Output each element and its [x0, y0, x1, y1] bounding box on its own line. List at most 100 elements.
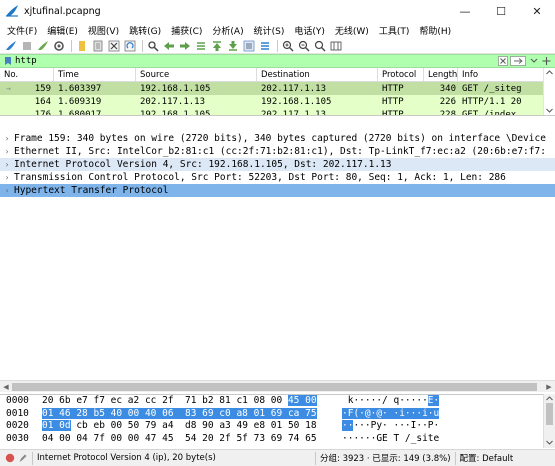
- clear-filter-icon[interactable]: [497, 56, 508, 67]
- capture-comment-icon[interactable]: [18, 453, 28, 463]
- menu-wireless[interactable]: 无线(W): [330, 24, 374, 37]
- save-file-icon[interactable]: [91, 39, 104, 52]
- menu-statistics[interactable]: 统计(S): [249, 24, 290, 37]
- menu-tools[interactable]: 工具(T): [374, 24, 415, 37]
- menu-help[interactable]: 帮助(H): [414, 24, 456, 37]
- restart-capture-icon[interactable]: [36, 39, 49, 52]
- bookmark-icon[interactable]: [3, 56, 13, 66]
- packet-length: 340: [424, 84, 458, 94]
- menu-telephony[interactable]: 电话(Y): [289, 24, 330, 37]
- close-file-icon[interactable]: [107, 39, 120, 52]
- autoscroll-icon[interactable]: [242, 39, 255, 52]
- packet-row[interactable]: 164 1.609319 202.117.1.13 192.168.1.105 HTTP…: [0, 95, 555, 108]
- start-capture-icon[interactable]: [4, 39, 17, 52]
- close-button[interactable]: ✕: [519, 0, 555, 22]
- ascii-dump[interactable]: ·F(·@·@· ·i···i·u: [342, 407, 440, 421]
- detail-tree-row[interactable]: › Hypertext Transfer Protocol: [0, 184, 555, 197]
- hex-dump[interactable]: 01 0d cb eb 00 50 79 a4 d8 90 a3 49 e8 0…: [42, 420, 317, 433]
- resize-columns-icon[interactable]: [329, 39, 342, 52]
- zoom-in-icon[interactable]: [281, 39, 294, 52]
- scroll-thumb[interactable]: [12, 383, 537, 391]
- ascii-dump[interactable]: k·····/ q·····E·: [342, 395, 440, 408]
- go-to-packet-icon[interactable]: [194, 39, 207, 52]
- zoom-out-icon[interactable]: [297, 39, 310, 52]
- reload-file-icon[interactable]: [123, 39, 136, 52]
- column-source[interactable]: Source: [136, 68, 257, 82]
- packet-destination-text: 202.117.1.13: [261, 83, 327, 94]
- stop-capture-icon[interactable]: [20, 39, 33, 52]
- ascii-dump[interactable]: ·····Py· ···I··P·: [342, 420, 439, 433]
- ascii-dump[interactable]: ······GE T /_site: [342, 433, 439, 446]
- go-back-icon[interactable]: [162, 39, 175, 52]
- pane-splitter[interactable]: [0, 116, 555, 132]
- detail-tree-label: Internet Protocol Version 4, Src: 192.16…: [14, 159, 392, 170]
- detail-tree-row[interactable]: › Internet Protocol Version 4, Src: 192.1…: [0, 158, 555, 171]
- menu-view[interactable]: 视图(V): [83, 24, 124, 37]
- minimize-button[interactable]: —: [447, 0, 483, 22]
- column-length[interactable]: Length: [424, 68, 458, 82]
- packet-time-text: 1.603397: [58, 83, 102, 94]
- menu-edit[interactable]: 编辑(E): [42, 24, 83, 37]
- packet-protocol: HTTP: [378, 97, 424, 107]
- scroll-right-icon[interactable]: ▶: [543, 381, 555, 393]
- packet-row[interactable]: 176 1.680017 192.168.1.105 202.117.1.13 HTTP…: [0, 108, 555, 115]
- hex-dump[interactable]: 01 46 28 b5 40 00 40 06 83 69 c0 a8 01 6…: [42, 407, 317, 421]
- scroll-left-icon[interactable]: ◀: [0, 381, 12, 393]
- packet-details: › Frame 159: 340 bytes on wire (2720 bits…: [0, 132, 555, 380]
- detail-tree-label: Frame 159: 340 bytes on wire (2720 bits)…: [14, 133, 546, 144]
- detail-tree-row[interactable]: › Ethernet II, Src: IntelCor_b2:81:c1 (cc…: [0, 145, 555, 158]
- zoom-normal-icon[interactable]: [313, 39, 326, 52]
- bytes-row: 0010 01 46 28 b5 40 00 40 06 83 69 c0 a8 …: [0, 407, 555, 421]
- bytes-scrollbar[interactable]: [543, 394, 555, 448]
- expert-info-icon[interactable]: [5, 453, 15, 463]
- column-protocol[interactable]: Protocol: [378, 68, 424, 82]
- detail-tree-row[interactable]: › Frame 159: 340 bytes on wire (2720 bits…: [0, 132, 555, 145]
- menu-file[interactable]: 文件(F): [2, 24, 42, 37]
- hex-highlight: 45 00: [287, 395, 317, 406]
- packet-no-text: 159: [34, 83, 51, 94]
- expand-arrow-icon[interactable]: ›: [0, 184, 14, 197]
- expand-arrow-icon[interactable]: ›: [0, 171, 14, 184]
- detail-tree-row[interactable]: › Transmission Control Protocol, Src Port…: [0, 171, 555, 184]
- column-destination[interactable]: Destination: [257, 68, 378, 82]
- menu-go[interactable]: 跳转(G): [124, 24, 166, 37]
- last-packet-icon[interactable]: [226, 39, 239, 52]
- display-filter-input[interactable]: [15, 55, 495, 67]
- maximize-button[interactable]: ☐: [483, 0, 519, 22]
- ascii-text: ···Py· ···I··P·: [353, 420, 440, 431]
- filter-dropdown-icon[interactable]: [528, 56, 539, 67]
- packet-source: 192.168.1.105: [136, 84, 257, 94]
- column-no[interactable]: No.: [0, 68, 54, 82]
- apply-filter-icon[interactable]: [510, 56, 526, 67]
- packet-length-text: 226: [439, 96, 456, 107]
- expand-arrow-icon[interactable]: ›: [0, 132, 14, 145]
- column-info[interactable]: Info: [458, 68, 555, 82]
- go-forward-icon[interactable]: [178, 39, 191, 52]
- hex-dump[interactable]: 04 00 04 7f 00 00 47 45 54 20 2f 5f 73 6…: [42, 433, 317, 446]
- packet-source-text: 192.168.1.105: [140, 83, 211, 94]
- add-filter-button-icon[interactable]: [541, 56, 552, 67]
- ascii-text: k·····/ q·····: [342, 395, 428, 406]
- packet-row[interactable]: → 159 1.603397 192.168.1.105 202.117.1.13 HTT…: [0, 82, 555, 95]
- packet-bytes: 0000 20 6b e7 f7 ec a2 cc 2f 71 b2 81 c1 …: [0, 394, 555, 448]
- column-time[interactable]: Time: [54, 68, 136, 82]
- packet-info: GET /_siteg: [458, 84, 555, 94]
- menu-analyze[interactable]: 分析(A): [207, 24, 248, 37]
- open-file-icon[interactable]: [75, 39, 88, 52]
- packet-time: 1.609319: [54, 97, 136, 107]
- details-h-scrollbar[interactable]: ◀ ▶: [0, 380, 555, 392]
- menu-capture[interactable]: 捕获(C): [166, 24, 207, 37]
- hex-text: 20 6b e7 f7 ec a2 cc 2f 71 b2 81 c1 08 0…: [42, 395, 288, 406]
- hex-dump[interactable]: 20 6b e7 f7 ec a2 cc 2f 71 b2 81 c1 08 0…: [42, 395, 317, 408]
- expand-arrow-icon[interactable]: ›: [0, 158, 14, 171]
- first-packet-icon[interactable]: [210, 39, 223, 52]
- find-packet-icon[interactable]: [146, 39, 159, 52]
- expand-arrow-icon[interactable]: ›: [0, 145, 14, 158]
- packet-list-scrollbar[interactable]: [543, 68, 555, 115]
- packet-info-text: HTTP/1.1 20: [462, 96, 522, 107]
- packet-no: 164: [0, 97, 54, 107]
- packet-protocol-text: HTTP: [382, 96, 404, 107]
- colorize-icon[interactable]: [258, 39, 271, 52]
- status-profile[interactable]: 配置: Default: [460, 452, 514, 464]
- capture-options-icon[interactable]: [52, 39, 65, 52]
